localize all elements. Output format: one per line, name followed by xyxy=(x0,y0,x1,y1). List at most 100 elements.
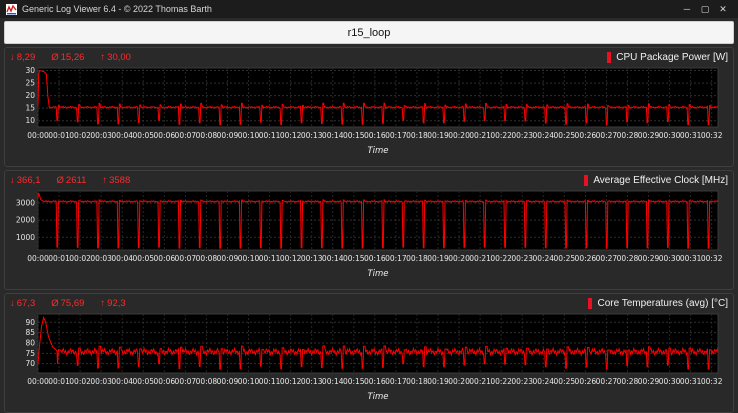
x-tick-label: 00:13 xyxy=(301,131,323,140)
minimize-button[interactable]: ─ xyxy=(678,4,696,14)
x-tick-label: 00:30 xyxy=(659,377,681,386)
x-tick-label: 00:07 xyxy=(175,131,197,140)
x-tick-label: 00:23 xyxy=(511,377,533,386)
y-tick-label: 15 xyxy=(25,104,35,113)
x-tick-label: 00:03 xyxy=(90,254,112,263)
max-arrow-icon: ↑ xyxy=(100,297,106,309)
core-temps-chart[interactable]: 00:00 00:01 00:02 00:03 00:04 00:05 00:06 00:07… xyxy=(10,311,728,411)
x-axis-label: Time xyxy=(367,269,388,279)
x-tick-label: 00:30 xyxy=(659,254,681,263)
chart-stats: ↓ 8,29 Ø 15,26 ↑ 30,00 xyxy=(10,52,131,63)
log-file-header: r15_loop xyxy=(4,21,734,44)
stat-avg: Ø 15,26 xyxy=(51,51,85,63)
maximize-button[interactable]: ▢ xyxy=(696,4,714,15)
stat-min: ↓ 366,1 xyxy=(10,174,41,186)
x-tick-label: 00:19 xyxy=(427,254,449,263)
x-tick-label: 00:10 xyxy=(238,131,260,140)
x-tick-label: 00:14 xyxy=(322,254,344,263)
x-tick-label: 00:22 xyxy=(490,377,512,386)
chart-stats: ↓ 366,1 Ø 2611 ↑ 3588 xyxy=(10,175,130,186)
x-tick-label: 00:27 xyxy=(596,377,618,386)
x-tick-label: 00:13 xyxy=(301,377,323,386)
x-tick-label: 00:13 xyxy=(301,254,323,263)
chart-panel-cpu-power: ↓ 8,29 Ø 15,26 ↑ 30,00 CPU Package Power [W… xyxy=(4,47,734,167)
chart-title: Average Effective Clock [MHz] xyxy=(584,174,728,186)
x-tick-label: 00:29 xyxy=(638,131,660,140)
x-tick-label: 00:22 xyxy=(490,131,512,140)
x-tick-label: 00:16 xyxy=(364,377,386,386)
x-tick-label: 00:04 xyxy=(111,254,133,263)
stat-max: ↑ 30,00 xyxy=(100,51,131,63)
x-axis-label: Time xyxy=(367,392,388,402)
x-tick-label: 00:12 xyxy=(280,131,302,140)
x-tick-label: 00:28 xyxy=(617,131,639,140)
x-tick-label: 00:29 xyxy=(638,377,660,386)
x-tick-label: 00:24 xyxy=(532,254,554,263)
x-tick-label: 00:19 xyxy=(427,377,449,386)
x-tick-label: 00:17 xyxy=(385,131,407,140)
x-tick-label: 00:31 xyxy=(680,377,702,386)
x-tick-label: 00:03 xyxy=(90,131,112,140)
app-icon xyxy=(6,3,17,15)
x-tick-label: 00:16 xyxy=(364,131,386,140)
chart-stats: ↓ 67,3 Ø 75,69 ↑ 92,3 xyxy=(10,298,126,309)
x-tick-label: 00:12 xyxy=(280,377,302,386)
x-tick-label: 00:00 xyxy=(27,254,49,263)
x-tick-label: 00:08 xyxy=(196,131,218,140)
panel-head: ↓ 366,1 Ø 2611 ↑ 3588 Average Effective Clo… xyxy=(10,173,728,187)
x-tick-label: 00:25 xyxy=(554,254,576,263)
x-tick-label: 00:11 xyxy=(259,377,281,386)
x-tick-label: 00:27 xyxy=(596,254,618,263)
panel-head: ↓ 8,29 Ø 15,26 ↑ 30,00 CPU Package Power [W… xyxy=(10,50,728,64)
x-tick-label: 00:24 xyxy=(532,131,554,140)
y-tick-label: 70 xyxy=(25,359,35,368)
x-tick-label: 00:07 xyxy=(175,254,197,263)
x-tick-label: 00:15 xyxy=(343,131,365,140)
x-tick-label: 00:31 xyxy=(680,254,702,263)
x-tick-label: 00:15 xyxy=(343,254,365,263)
average-icon: Ø xyxy=(51,297,59,309)
cpu-power-chart[interactable]: 00:00 00:01 00:02 00:03 00:04 00:05 00:06 00:07… xyxy=(10,65,728,165)
x-axis-label: Time xyxy=(367,146,388,156)
y-tick-label: 30 xyxy=(25,66,35,75)
x-tick-label: 00:03 xyxy=(90,377,112,386)
x-tick-label: 00:31 xyxy=(680,131,702,140)
log-file-title: r15_loop xyxy=(347,26,391,39)
x-tick-label: 00:24 xyxy=(532,377,554,386)
stat-avg: Ø 2611 xyxy=(56,174,87,186)
x-tick-label: 00:26 xyxy=(575,131,597,140)
title-bar[interactable]: Generic Log Viewer 6.4 - © 2022 Thomas B… xyxy=(0,0,738,18)
x-tick-label: 00:18 xyxy=(406,377,428,386)
stat-max: ↑ 3588 xyxy=(102,174,131,186)
y-tick-label: 90 xyxy=(25,318,35,327)
stat-min: ↓ 8,29 xyxy=(10,51,36,63)
y-tick-label: 10 xyxy=(25,116,35,125)
close-button[interactable]: ✕ xyxy=(714,4,732,15)
y-tick-label: 1000 xyxy=(16,233,35,242)
x-tick-label: 00:02 xyxy=(69,254,91,263)
chart-title: Core Temperatures (avg) [°C] xyxy=(588,297,728,309)
x-tick-label: 00:28 xyxy=(617,377,639,386)
plot-area xyxy=(37,67,719,128)
y-tick-label: 3000 xyxy=(16,199,35,208)
x-tick-label: 00:00 xyxy=(27,377,49,386)
x-tick-label: 00:18 xyxy=(406,131,428,140)
x-tick-label: 00:07 xyxy=(175,377,197,386)
x-tick-label: 00:25 xyxy=(554,377,576,386)
x-tick-label: 00:28 xyxy=(617,254,639,263)
chart-title: CPU Package Power [W] xyxy=(607,51,728,63)
window-title: Generic Log Viewer 6.4 - © 2022 Thomas B… xyxy=(22,4,212,14)
x-tick-label: 00:06 xyxy=(154,254,176,263)
x-tick-label: 00:32 xyxy=(701,377,723,386)
y-tick-label: 80 xyxy=(25,338,35,347)
x-tick-label: 00:27 xyxy=(596,131,618,140)
min-arrow-icon: ↓ xyxy=(10,51,15,63)
x-tick-label: 00:14 xyxy=(322,377,344,386)
x-tick-label: 00:23 xyxy=(511,254,533,263)
average-icon: Ø xyxy=(51,51,59,63)
x-tick-label: 00:14 xyxy=(322,131,344,140)
x-tick-label: 00:04 xyxy=(111,377,133,386)
effective-clock-chart[interactable]: 00:00 00:01 00:02 00:03 00:04 00:05 00:06 00:07… xyxy=(10,188,728,288)
x-tick-label: 00:05 xyxy=(132,131,154,140)
x-tick-label: 00:06 xyxy=(154,377,176,386)
